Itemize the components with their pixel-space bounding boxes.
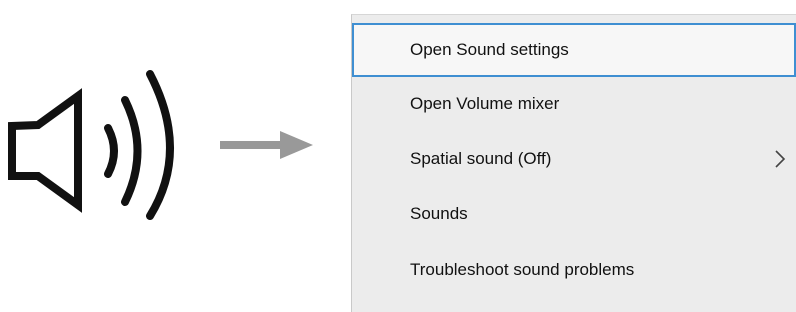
chevron-right-icon (775, 150, 786, 168)
menu-item-label: Sounds (410, 204, 468, 223)
menu-item-label: Open Volume mixer (410, 94, 560, 113)
speaker-volume-icon (8, 70, 174, 220)
menu-item-label: Spatial sound (Off) (410, 149, 552, 168)
sound-context-menu: Open Sound settings Open Volume mixer Sp… (351, 14, 796, 312)
menu-item-troubleshoot-sound-problems[interactable]: Troubleshoot sound problems (352, 243, 796, 297)
menu-item-spatial-sound[interactable]: Spatial sound (Off) (352, 132, 796, 186)
menu-item-open-sound-settings[interactable]: Open Sound settings (352, 23, 796, 77)
menu-item-label: Open Sound settings (410, 40, 569, 59)
arrow-right-icon (220, 131, 313, 159)
menu-item-label: Troubleshoot sound problems (410, 260, 635, 279)
menu-item-sounds[interactable]: Sounds (352, 187, 796, 241)
menu-item-open-volume-mixer[interactable]: Open Volume mixer (352, 77, 796, 131)
